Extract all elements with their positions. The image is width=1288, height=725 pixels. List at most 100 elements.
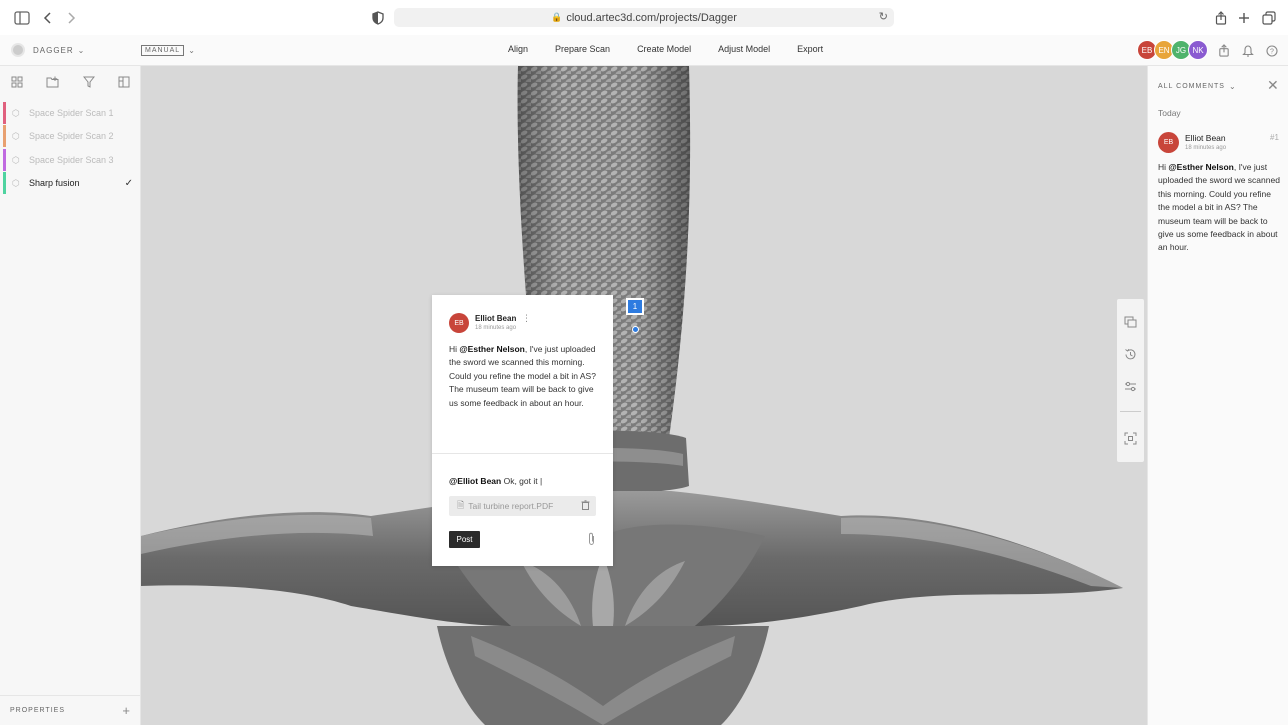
scan-color-stripe bbox=[3, 149, 6, 171]
divider bbox=[432, 453, 613, 454]
project-name: DAGGER bbox=[33, 45, 74, 55]
scan-item-1[interactable]: ⬡ Space Spider Scan 1 bbox=[3, 102, 141, 124]
address-bar[interactable]: 🔒 cloud.artec3d.com/projects/Dagger ↻ bbox=[394, 8, 894, 27]
attachment-chip[interactable]: 🗎 Tail turbine report.PDF bbox=[449, 496, 596, 516]
paperclip-icon[interactable] bbox=[587, 532, 596, 549]
menu-adjust-model[interactable]: Adjust Model bbox=[718, 44, 770, 54]
fit-view-icon[interactable] bbox=[1124, 432, 1137, 445]
back-icon[interactable] bbox=[39, 9, 57, 27]
menu-prepare-scan[interactable]: Prepare Scan bbox=[555, 44, 610, 54]
comment-marker[interactable]: 1 bbox=[626, 298, 644, 315]
shield-icon[interactable] bbox=[369, 9, 387, 27]
cube-icon: ⬡ bbox=[12, 130, 20, 141]
dagger-model bbox=[141, 66, 1123, 725]
sliders-icon[interactable] bbox=[1124, 380, 1137, 393]
scan-item-2[interactable]: ⬡ Space Spider Scan 2 bbox=[3, 125, 141, 147]
bell-icon[interactable] bbox=[1241, 44, 1254, 57]
panel-layout-icon[interactable] bbox=[117, 75, 131, 89]
mention[interactable]: @Esther Nelson bbox=[459, 344, 524, 354]
avatar: EB bbox=[449, 313, 469, 333]
share-icon[interactable] bbox=[1217, 44, 1230, 57]
scan-item-3[interactable]: ⬡ Space Spider Scan 3 bbox=[3, 149, 141, 171]
menu-align[interactable]: Align bbox=[508, 44, 528, 54]
scan-color-stripe bbox=[3, 102, 6, 124]
comment-text: , I've just uploaded the sword we scanne… bbox=[1158, 162, 1280, 253]
comment-body[interactable]: Hi @Esther Nelson, I've just uploaded th… bbox=[1158, 161, 1285, 255]
properties-section[interactable]: PROPERTIES + bbox=[0, 695, 141, 725]
comment-text: Hi bbox=[449, 344, 460, 354]
comment-time: 18 minutes ago bbox=[475, 325, 517, 331]
add-comment-icon[interactable] bbox=[1124, 316, 1137, 329]
app-header: DAGGER ⌄ MANUAL ⌄ Align Prepare Scan Cre… bbox=[0, 35, 1288, 66]
attachment-name: Tail turbine report.PDF bbox=[468, 501, 554, 511]
new-tab-icon[interactable] bbox=[1235, 9, 1253, 27]
plus-icon[interactable]: + bbox=[122, 703, 131, 718]
mode-selector[interactable]: MANUAL ⌄ bbox=[141, 45, 196, 56]
comment-number: #1 bbox=[1270, 133, 1279, 142]
chevron-down-icon: ⌄ bbox=[188, 46, 196, 55]
comment-body: Hi @Esther Nelson, I've just uploaded th… bbox=[449, 343, 601, 410]
grid-view-icon[interactable] bbox=[10, 75, 24, 89]
reload-icon[interactable]: ↻ bbox=[879, 10, 888, 23]
avatar: EB bbox=[1158, 132, 1179, 153]
reply-text: Ok, got it | bbox=[501, 476, 543, 486]
comment-text: Hi bbox=[1158, 162, 1169, 172]
help-icon[interactable]: ? bbox=[1265, 44, 1278, 57]
chevron-down-icon: ⌄ bbox=[77, 45, 86, 55]
project-logo-icon bbox=[11, 43, 25, 57]
cube-icon: ⬡ bbox=[12, 177, 20, 188]
comment-time: 18 minutes ago bbox=[1185, 145, 1227, 151]
sidebar-toggle-icon[interactable] bbox=[13, 9, 31, 27]
reply-mention: @Elliot Bean bbox=[449, 476, 502, 486]
main-menu: Align Prepare Scan Create Model Adjust M… bbox=[508, 44, 850, 54]
comments-panel: ALL COMMENTS ⌄ ✕ Today EB Elliot Bean 18… bbox=[1147, 66, 1288, 725]
scan-label: Sharp fusion bbox=[29, 178, 80, 188]
scan-label: Space Spider Scan 3 bbox=[29, 155, 114, 165]
comments-filter-label: ALL COMMENTS bbox=[1158, 83, 1225, 90]
menu-create-model[interactable]: Create Model bbox=[637, 44, 691, 54]
scan-color-stripe bbox=[3, 125, 6, 147]
document-icon: 🗎 bbox=[457, 500, 465, 510]
forward-icon[interactable] bbox=[62, 9, 80, 27]
comment-author: Elliot Bean bbox=[475, 314, 517, 323]
properties-label: PROPERTIES bbox=[10, 707, 65, 714]
more-options-icon[interactable]: ⋮ bbox=[522, 313, 531, 324]
filter-icon[interactable] bbox=[82, 75, 96, 89]
viewport-tools bbox=[1117, 299, 1144, 462]
scan-label: Space Spider Scan 2 bbox=[29, 131, 114, 141]
menu-export[interactable]: Export bbox=[797, 44, 823, 54]
lock-icon: 🔒 bbox=[551, 12, 563, 22]
tabs-overview-icon[interactable] bbox=[1260, 9, 1278, 27]
avatar[interactable]: NK bbox=[1188, 40, 1208, 60]
mode-label: MANUAL bbox=[141, 45, 185, 56]
divider bbox=[1120, 411, 1141, 412]
scan-color-stripe bbox=[3, 172, 6, 194]
sidebar-toolbar bbox=[0, 66, 141, 98]
mention[interactable]: @Esther Nelson bbox=[1168, 162, 1233, 172]
url-text: cloud.artec3d.com/projects/Dagger bbox=[566, 11, 737, 24]
comments-filter[interactable]: ALL COMMENTS ⌄ bbox=[1158, 82, 1237, 91]
checkmark-icon: ✓ bbox=[124, 177, 133, 189]
history-icon[interactable] bbox=[1124, 348, 1137, 361]
comment-anchor-dot[interactable] bbox=[632, 326, 639, 333]
svg-text:?: ? bbox=[1270, 48, 1274, 55]
browser-toolbar: 🔒 cloud.artec3d.com/projects/Dagger ↻ bbox=[0, 0, 1288, 35]
comment-author: Elliot Bean bbox=[1185, 133, 1226, 143]
collaborator-avatars: EB EN JG NK bbox=[1137, 40, 1208, 60]
scans-sidebar: ⬡ Space Spider Scan 1 ⬡ Space Spider Sca… bbox=[0, 66, 141, 725]
reply-input[interactable]: @Elliot Bean Ok, got it | bbox=[449, 476, 542, 486]
scan-label: Space Spider Scan 1 bbox=[29, 108, 114, 118]
add-folder-icon[interactable] bbox=[46, 75, 60, 89]
post-button[interactable]: Post bbox=[449, 531, 480, 548]
cube-icon: ⬡ bbox=[12, 154, 20, 165]
scan-item-sharp-fusion[interactable]: ⬡ Sharp fusion ✓ bbox=[3, 172, 141, 194]
group-label: Today bbox=[1158, 108, 1181, 118]
comment-popover: EB Elliot Bean ⋮ 18 minutes ago Hi @Esth… bbox=[432, 295, 613, 566]
trash-icon[interactable] bbox=[581, 500, 590, 512]
cube-icon: ⬡ bbox=[12, 107, 20, 118]
close-icon[interactable]: ✕ bbox=[1267, 77, 1279, 94]
3d-viewport[interactable] bbox=[141, 66, 1147, 725]
share-icon[interactable] bbox=[1212, 9, 1230, 27]
chevron-down-icon: ⌄ bbox=[1228, 82, 1237, 91]
project-switcher[interactable]: DAGGER ⌄ bbox=[11, 43, 85, 57]
